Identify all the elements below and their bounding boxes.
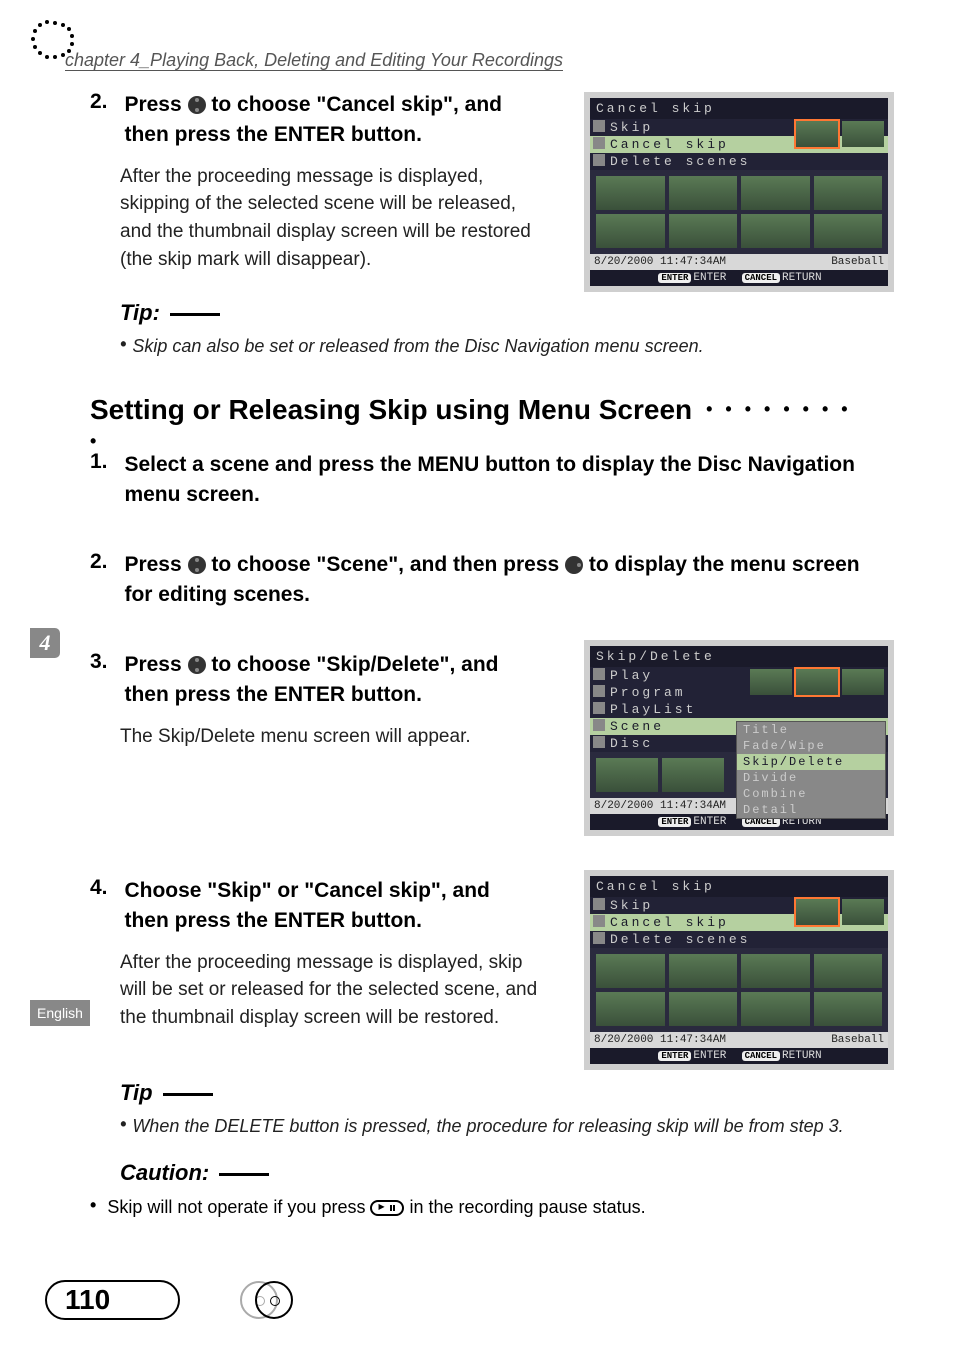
button-hint-bar: ENTERENTER CANCELRETURN (590, 1048, 888, 1064)
side-tab-chapter-number: 4 (30, 628, 60, 658)
chapter-header: chapter 4_Playing Back, Deleting and Edi… (65, 50, 563, 71)
step-number: 1. (90, 450, 120, 474)
status-bar: 8/20/2000 11:47:34AMBaseball (590, 254, 888, 270)
screenshot-title: Cancel skip (590, 98, 888, 119)
submenu: Title Fade/Wipe Skip/Delete Divide Combi… (736, 721, 886, 819)
thumb-preview (796, 121, 838, 147)
tip-body: •When the DELETE button is pressed, the … (120, 1114, 880, 1137)
joystick-updown-icon (188, 656, 206, 674)
step-number: 4. (90, 876, 120, 900)
thumb-preview (842, 121, 884, 147)
play-pause-button-icon (370, 1200, 404, 1216)
caution-heading: Caution: (120, 1160, 880, 1186)
screenshot-title: Cancel skip (590, 876, 888, 897)
screenshot-cancel-skip-1: Cancel skip Skip Cancel skip Delete scen… (584, 92, 894, 292)
step-title: Select a scene and press the MENU button… (124, 450, 864, 511)
thumbnail-grid (590, 752, 730, 798)
menu-row: Delete scenes (590, 931, 888, 948)
menu-row: PlayList (590, 701, 888, 718)
page-footer: 110 (45, 1280, 245, 1324)
step-body: The Skip/Delete menu screen will appear. (120, 723, 550, 751)
step-title: Press to choose "Scene", and then press … (124, 550, 864, 611)
tip-heading: Tip: (120, 300, 880, 326)
step-body: After the proceeding message is displaye… (120, 163, 550, 273)
page-number: 110 (45, 1280, 180, 1320)
joystick-updown-icon (188, 556, 206, 574)
caution-body: • Skip will not operate if you press in … (90, 1195, 890, 1218)
step-title: Press to choose "Cancel skip", and then … (124, 90, 534, 151)
joystick-right-icon (565, 556, 583, 574)
step-title-text-a: Press (124, 93, 187, 116)
menu-row: Delete scenes (590, 153, 888, 170)
tip-heading: Tip (120, 1080, 880, 1106)
disc-icon (255, 1281, 293, 1319)
button-hint-bar: ENTERENTER CANCELRETURN (590, 270, 888, 286)
status-bar: 8/20/2000 11:47:34AMBaseball (590, 1032, 888, 1048)
screenshot-cancel-skip-2: Cancel skip Skip Cancel skip Delete scen… (584, 870, 894, 1070)
step-number: 3. (90, 650, 120, 674)
screenshot-skip-delete: Skip/Delete Play Program PlayList Scene … (584, 640, 894, 836)
step-number: 2. (90, 90, 120, 114)
screenshot-title: Skip/Delete (590, 646, 888, 667)
step-number: 2. (90, 550, 120, 574)
side-tab-language: English (30, 1000, 90, 1026)
thumbnail-grid (590, 948, 888, 1032)
step-title: Press to choose "Skip/Delete", and then … (124, 650, 534, 711)
step-body: After the proceeding message is displaye… (120, 949, 550, 1032)
joystick-updown-icon (188, 96, 206, 114)
thumbnail-grid (590, 170, 888, 254)
step-title: Choose "Skip" or "Cancel skip", and then… (124, 876, 534, 937)
section-heading: Setting or Releasing Skip using Menu Scr… (90, 394, 852, 457)
tip-body: •Skip can also be set or released from t… (120, 334, 880, 357)
